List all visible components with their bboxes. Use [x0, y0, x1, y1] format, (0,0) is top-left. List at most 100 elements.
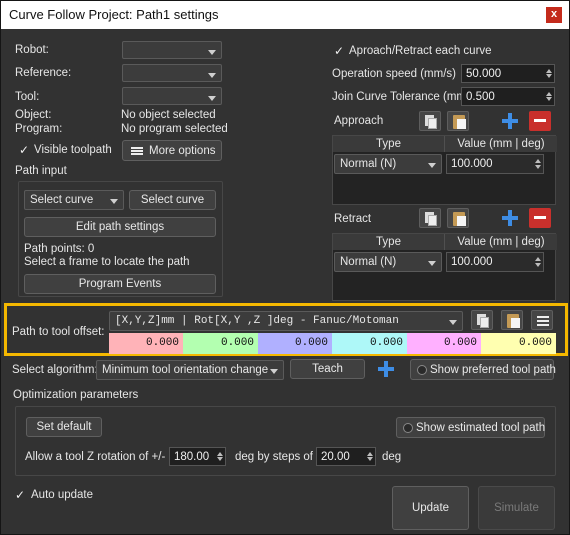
- chevron-down-icon: [110, 199, 118, 204]
- chevron-down-icon: [208, 73, 216, 78]
- spin-up-icon: [546, 92, 552, 96]
- approach-copy-button[interactable]: [419, 111, 441, 131]
- algorithm-value: Minimum tool orientation change: [102, 364, 269, 376]
- rotation-spinbox[interactable]: 180.00: [169, 447, 226, 466]
- auto-update-checkbox[interactable]: ✓: [14, 489, 26, 501]
- select-curve-combo[interactable]: Select curve: [24, 190, 124, 210]
- spin-up-icon: [535, 257, 541, 261]
- steps-label: deg by steps of: [235, 451, 313, 463]
- tool-select[interactable]: [122, 87, 222, 105]
- set-default-button[interactable]: Set default: [26, 417, 102, 437]
- select-curve-button[interactable]: Select curve: [129, 190, 216, 210]
- more-options-label: More options: [149, 145, 216, 157]
- retract-col-value: Value (mm | deg): [445, 234, 557, 250]
- radio-icon: [403, 423, 413, 433]
- join-tolerance-value: 0.500: [466, 91, 495, 103]
- robot-select[interactable]: [122, 41, 222, 59]
- copy-icon-front: [428, 215, 437, 226]
- tool-label: Tool:: [15, 91, 40, 103]
- select-frame-hint: Select a frame to locate the path: [24, 256, 190, 268]
- approach-type-select[interactable]: Normal (N): [334, 154, 442, 174]
- robot-label: Robot:: [15, 44, 49, 56]
- select-curve-combo-label: Select curve: [30, 194, 94, 206]
- chevron-down-icon: [270, 369, 278, 374]
- chevron-down-icon: [208, 50, 216, 55]
- operation-speed-label: Operation speed (mm/s): [332, 68, 456, 80]
- spin-down-icon: [217, 457, 223, 461]
- add-algorithm-button[interactable]: [376, 359, 396, 379]
- teach-button[interactable]: Teach: [290, 359, 365, 379]
- approach-col-type: Type: [333, 136, 445, 152]
- object-label: Object:: [15, 109, 52, 121]
- more-options-button[interactable]: More options: [122, 140, 222, 161]
- algorithm-select[interactable]: Minimum tool orientation change: [96, 360, 284, 380]
- spin-up-icon: [217, 452, 223, 456]
- steps-spinbox[interactable]: 20.00: [316, 447, 376, 466]
- rotation-value: 180.00: [174, 451, 210, 463]
- retract-add-button[interactable]: [500, 208, 520, 228]
- spin-down-icon: [546, 74, 552, 78]
- operation-speed-spinbox[interactable]: 50.000: [461, 64, 555, 83]
- show-estimated-toolpath-button[interactable]: Show estimated tool path: [396, 417, 545, 438]
- approach-retract-checkbox[interactable]: ✓: [333, 45, 345, 57]
- program-events-button[interactable]: Program Events: [24, 274, 216, 294]
- auto-update-label: Auto update: [31, 489, 94, 501]
- join-tolerance-spinbox[interactable]: 0.500: [461, 87, 555, 106]
- retract-type-value: Normal (N): [340, 256, 397, 268]
- offset-ry-cell[interactable]: 0.000: [407, 333, 481, 354]
- approach-value: 100.000: [451, 158, 493, 170]
- retract-value-spinbox[interactable]: 100.000: [446, 252, 544, 272]
- offset-z-cell[interactable]: 0.000: [258, 333, 332, 354]
- tool-offset-paste-button[interactable]: [501, 310, 523, 330]
- approach-remove-button[interactable]: [529, 111, 551, 131]
- offset-y-cell[interactable]: 0.000: [183, 333, 258, 354]
- update-button[interactable]: Update: [392, 486, 469, 530]
- offset-rz-cell[interactable]: 0.000: [481, 333, 556, 354]
- retract-type-select[interactable]: Normal (N): [334, 252, 442, 272]
- retract-copy-button[interactable]: [419, 208, 441, 228]
- visible-toolpath-checkbox[interactable]: ✓: [18, 144, 30, 156]
- approach-paste-button[interactable]: [447, 111, 469, 131]
- settings-dialog: Curve Follow Project: Path1 settings x R…: [0, 0, 570, 535]
- simulate-button[interactable]: Simulate: [478, 486, 555, 530]
- retract-value: 100.000: [451, 256, 493, 268]
- chevron-down-icon: [208, 96, 216, 101]
- approach-table: Type Value (mm | deg) Normal (N) 100.000: [332, 135, 557, 205]
- tool-offset-menu-button[interactable]: [531, 310, 553, 330]
- offset-x-cell[interactable]: 0.000: [109, 333, 183, 354]
- operation-speed-value: 50.000: [466, 68, 502, 80]
- approach-value-spinbox[interactable]: 100.000: [446, 154, 544, 174]
- spin-down-icon: [546, 97, 552, 101]
- window-title: Curve Follow Project: Path1 settings: [9, 7, 219, 22]
- menu-icon: [131, 147, 143, 149]
- deg-label: deg: [382, 451, 402, 463]
- retract-col-type: Type: [333, 234, 445, 250]
- paste-sheet: [457, 216, 466, 226]
- reference-label: Reference:: [15, 67, 72, 79]
- edit-path-settings-button[interactable]: Edit path settings: [24, 217, 216, 237]
- reference-select[interactable]: [122, 64, 222, 82]
- approach-type-value: Normal (N): [340, 158, 397, 170]
- spin-down-icon: [535, 165, 541, 169]
- copy-icon-front: [480, 317, 489, 328]
- approach-add-button[interactable]: [500, 111, 520, 131]
- tool-offset-copy-button[interactable]: [471, 310, 493, 330]
- menu-icon: [537, 316, 549, 318]
- algorithm-label: Select algorithm:: [12, 364, 98, 376]
- retract-paste-button[interactable]: [447, 208, 469, 228]
- path-points-text: Path points: 0: [24, 243, 95, 255]
- show-preferred-toolpath-button[interactable]: Show preferred tool path: [410, 359, 556, 380]
- offset-rx-cell[interactable]: 0.000: [332, 333, 407, 354]
- retract-title: Retract: [334, 213, 372, 225]
- join-tolerance-label: Join Curve Tolerance (mm): [332, 91, 470, 103]
- path-input-label: Path input: [15, 165, 67, 177]
- chevron-down-icon: [428, 163, 436, 168]
- close-icon: x: [550, 8, 558, 20]
- close-button[interactable]: x: [546, 7, 562, 23]
- spin-up-icon: [546, 69, 552, 73]
- retract-remove-button[interactable]: [529, 208, 551, 228]
- approach-title: Approach: [334, 115, 384, 127]
- object-value: No object selected: [121, 109, 216, 121]
- show-estimated-label: Show estimated tool path: [416, 422, 546, 434]
- tool-offset-format-select[interactable]: [X,Y,Z]mm | Rot[X,Y ,Z ]deg - Fanuc/Moto…: [109, 311, 463, 331]
